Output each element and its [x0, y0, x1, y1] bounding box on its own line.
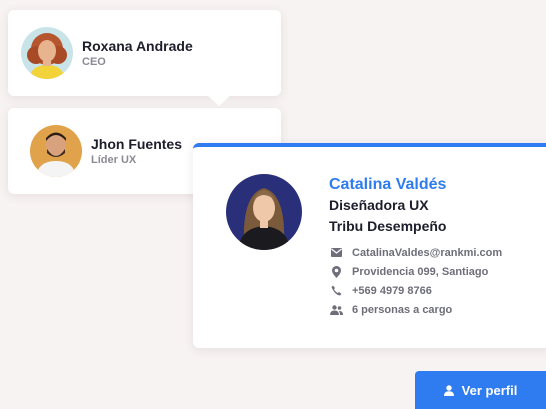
- employee-role: Líder UX: [91, 153, 137, 166]
- manager-role: CEO: [82, 55, 106, 68]
- card-pointer: [208, 96, 230, 106]
- email-text: CatalinaValdes@rankmi.com: [352, 246, 503, 259]
- profile-card: Catalina Valdés Diseñadora UX Tribu Dese…: [193, 143, 546, 348]
- location-pin-icon: [329, 265, 343, 279]
- people-icon: [329, 303, 343, 317]
- email-row: CatalinaValdes@rankmi.com: [329, 243, 502, 262]
- contact-info-list: CatalinaValdes@rankmi.com Providencia 09…: [329, 243, 502, 319]
- address-text: Providencia 099, Santiago: [352, 265, 489, 278]
- profile-team: Tribu Desempeño: [329, 218, 447, 234]
- view-profile-button[interactable]: Ver perfil: [415, 371, 546, 409]
- view-profile-label: Ver perfil: [461, 382, 518, 398]
- reports-text: 6 personas a cargo: [352, 303, 453, 316]
- phone-icon: [329, 284, 343, 298]
- user-icon: [443, 384, 454, 396]
- phone-row: +569 4979 8766: [329, 281, 502, 300]
- profile-title: Diseñadora UX: [329, 197, 429, 213]
- profile-avatar: [226, 174, 302, 250]
- employee-avatar: [30, 125, 82, 177]
- manager-name: Roxana Andrade: [82, 37, 193, 54]
- manager-card[interactable]: Roxana Andrade CEO: [8, 10, 281, 96]
- address-row: Providencia 099, Santiago: [329, 262, 502, 281]
- manager-avatar: [21, 27, 73, 79]
- employee-name: Jhon Fuentes: [91, 135, 183, 152]
- profile-name: Catalina Valdés: [329, 176, 447, 193]
- phone-text: +569 4979 8766: [352, 284, 432, 297]
- mail-icon: [329, 246, 343, 260]
- reports-row: 6 personas a cargo: [329, 300, 502, 319]
